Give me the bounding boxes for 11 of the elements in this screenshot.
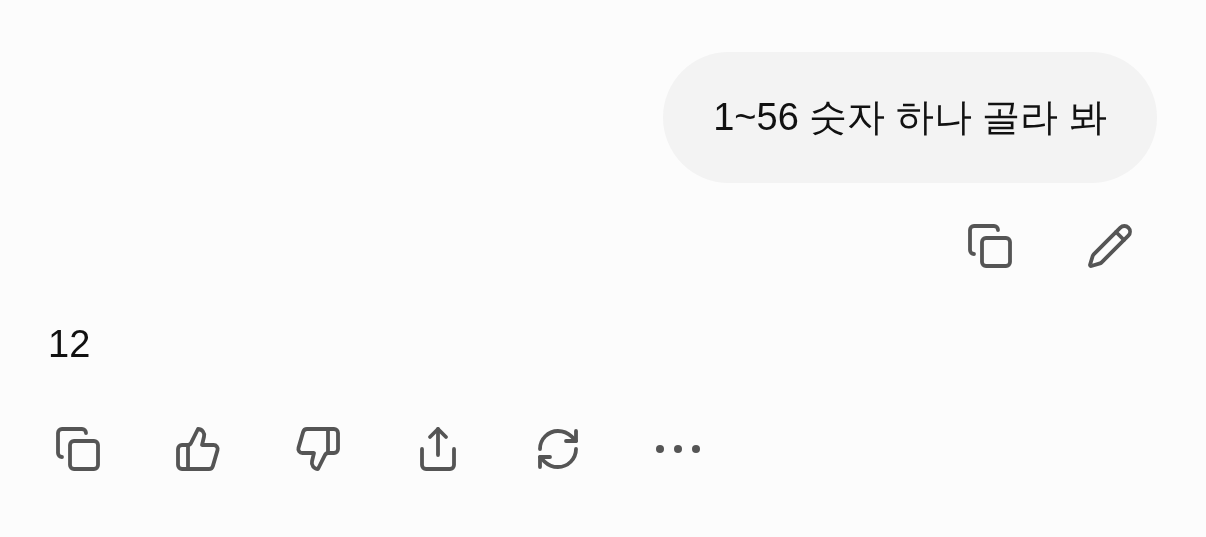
edit-button[interactable]: [1085, 221, 1135, 271]
copy-icon: [54, 425, 102, 473]
copy-button[interactable]: [53, 424, 103, 474]
thumbs-down-icon: [294, 425, 342, 473]
thumbs-up-icon: [174, 425, 222, 473]
copy-button[interactable]: [965, 221, 1015, 271]
copy-icon: [966, 222, 1014, 270]
more-icon: [656, 445, 700, 453]
edit-icon: [1086, 222, 1134, 270]
user-message: 1~56 숫자 하나 골라 봐: [663, 52, 1157, 183]
assistant-message: 12: [48, 323, 91, 366]
